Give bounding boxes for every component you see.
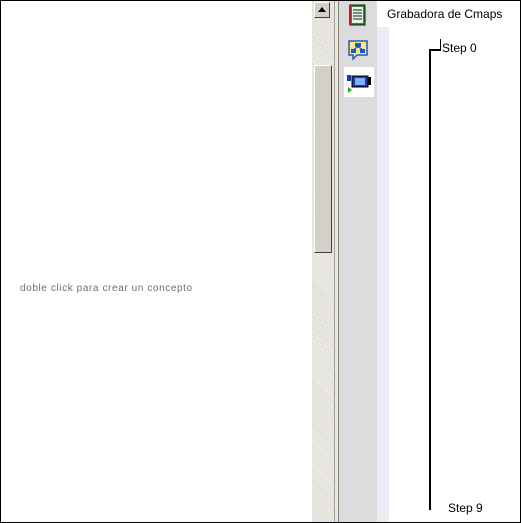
concept-map-canvas[interactable]: doble click para crear un concepto [1,1,311,522]
cmap-editor-window: doble click para crear un concepto Graba… [0,0,521,523]
step-item-last[interactable]: Step 9 [448,501,483,515]
vertical-scrollbar[interactable] [311,1,334,522]
step-timeline-line [429,51,431,510]
cmap-browser-icon [348,40,368,61]
recorder-title: Grabadora de Cmaps [387,7,503,21]
scroll-thumb[interactable] [314,65,332,253]
toolbar-button-cmaps[interactable] [345,37,371,63]
step-item-first[interactable]: Step 0 [442,41,477,55]
scroll-up-button[interactable] [314,2,330,18]
canvas-hint-text: doble click para crear un concepto [20,283,193,294]
side-toolbar [339,1,377,522]
toolbar-button-recorder[interactable] [344,67,374,97]
step-connector-stem [440,39,441,50]
arrow-up-icon [318,7,326,12]
tree-gutter [377,27,389,522]
toolbar-button-document[interactable] [345,3,371,29]
document-list-icon [349,4,366,26]
video-recorder-icon [347,75,371,93]
recorder-panel: Grabadora de Cmaps Step 0 Step 9 [377,1,520,522]
